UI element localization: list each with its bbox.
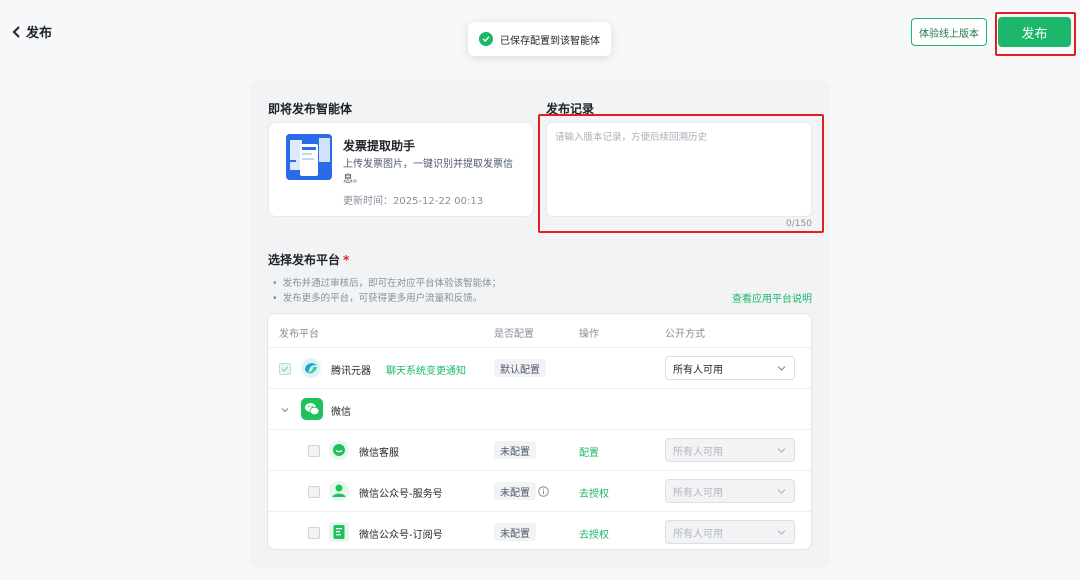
configure-link[interactable]: 配置 [579, 444, 599, 459]
platform-doc-link[interactable]: 查看应用平台说明 [732, 290, 812, 305]
wechat-service-icon [329, 440, 349, 460]
column-header: 操作 [579, 329, 599, 340]
chevron-down-icon [777, 489, 786, 494]
platform-section-title: 选择发布平台 * [268, 251, 349, 268]
info-icon[interactable] [538, 486, 549, 497]
record-input-box [546, 122, 812, 217]
page-title: 发布 [26, 26, 53, 41]
authorize-link[interactable]: 去授权 [579, 485, 609, 500]
visibility-select[interactable]: 所有人可用 [665, 479, 795, 503]
platform-checkbox[interactable] [308, 486, 320, 498]
platform-name: 微信公众号-订阅号 [359, 530, 443, 541]
record-section-title: 发布记录 [546, 102, 595, 116]
visibility-value: 所有人可用 [673, 487, 723, 499]
config-status: 未配置 [494, 482, 536, 500]
chevron-down-icon [777, 448, 786, 453]
authorize-link[interactable]: 去授权 [579, 526, 609, 541]
agent-card: 发票提取助手 上传发票图片，一键识别并提取发票信息。 更新时间：2025-12-… [268, 122, 534, 217]
platform-checkbox[interactable] [279, 363, 291, 375]
back-button[interactable]: 发布 [12, 22, 52, 41]
table-row: 微信公众号-订阅号 未配置 去授权 所有人可用 [268, 512, 811, 549]
config-status: 未配置 [494, 523, 536, 541]
agent-thumbnail [286, 134, 332, 180]
visibility-select[interactable]: 所有人可用 [665, 520, 795, 544]
chevron-down-icon [777, 366, 786, 371]
chevron-down-icon[interactable] [280, 405, 290, 415]
platform-name: 微信公众号-服务号 [359, 489, 443, 500]
hint-item: 发布更多的平台，可获得更多用户流量和反馈。 [272, 290, 483, 304]
official-account-service-icon [329, 481, 349, 501]
agent-name: 发票提取助手 [343, 139, 416, 153]
save-toast: 已保存配置到该智能体 [468, 22, 611, 56]
table-row-group[interactable]: 微信 [268, 389, 811, 430]
chevron-left-icon [12, 25, 20, 38]
config-status: 未配置 [494, 441, 536, 459]
hint-item: 发布并通过审核后，即可在对应平台体验该智能体； [272, 275, 502, 289]
platform-name: 微信客服 [359, 448, 399, 459]
wechat-icon [301, 398, 323, 420]
table-row: 微信客服 未配置 配置 所有人可用 [268, 430, 811, 471]
platform-title-text: 选择发布平台 [268, 253, 341, 267]
visibility-value: 所有人可用 [673, 528, 723, 540]
success-check-icon [479, 32, 493, 46]
required-mark: * [343, 253, 350, 267]
notice-link[interactable]: 聊天系统变更通知 [386, 362, 466, 377]
platform-checkbox[interactable] [308, 445, 320, 457]
table-row: 微信公众号-服务号 未配置 去授权 所有人可用 [268, 471, 811, 512]
platform-name: 腾讯元器 [331, 366, 371, 377]
table-header: 发布平台 是否配置 操作 公开方式 [268, 314, 811, 348]
visibility-select[interactable]: 所有人可用 [665, 438, 795, 462]
chevron-down-icon [777, 530, 786, 535]
column-header: 发布平台 [279, 329, 319, 340]
platform-group-name: 微信 [331, 407, 351, 418]
official-account-subscription-icon [329, 522, 349, 542]
agent-section-title: 即将发布智能体 [268, 102, 353, 116]
agent-updated-time: 更新时间：2025-12-22 00:13 [343, 196, 484, 207]
record-char-count: 0/150 [786, 219, 812, 229]
trial-online-version-button[interactable]: 体验线上版本 [911, 18, 987, 46]
visibility-value: 所有人可用 [673, 446, 723, 458]
version-record-input[interactable] [547, 123, 811, 201]
column-header: 是否配置 [494, 329, 534, 340]
publish-panel: 即将发布智能体 发布记录 发票提取助手 上传发票图片，一键识别并提取发票信息。 … [250, 80, 830, 568]
agent-description: 上传发票图片，一键识别并提取发票信息。 [343, 159, 513, 185]
top-bar: 发布 已保存配置到该智能体 体验线上版本 发布 [0, 0, 1080, 62]
toast-message: 已保存配置到该智能体 [500, 35, 600, 47]
visibility-select[interactable]: 所有人可用 [665, 356, 795, 380]
visibility-value: 所有人可用 [673, 364, 723, 376]
table-row: 腾讯元器 聊天系统变更通知 默认配置 所有人可用 [268, 348, 811, 389]
platform-checkbox[interactable] [308, 527, 320, 539]
config-status: 默认配置 [494, 359, 546, 377]
column-header: 公开方式 [665, 329, 705, 340]
yuanqi-icon [301, 358, 321, 378]
platform-table: 发布平台 是否配置 操作 公开方式 腾讯元器 聊天系统变更通知 默认配置 所有人… [267, 313, 812, 550]
publish-button[interactable]: 发布 [998, 17, 1071, 47]
